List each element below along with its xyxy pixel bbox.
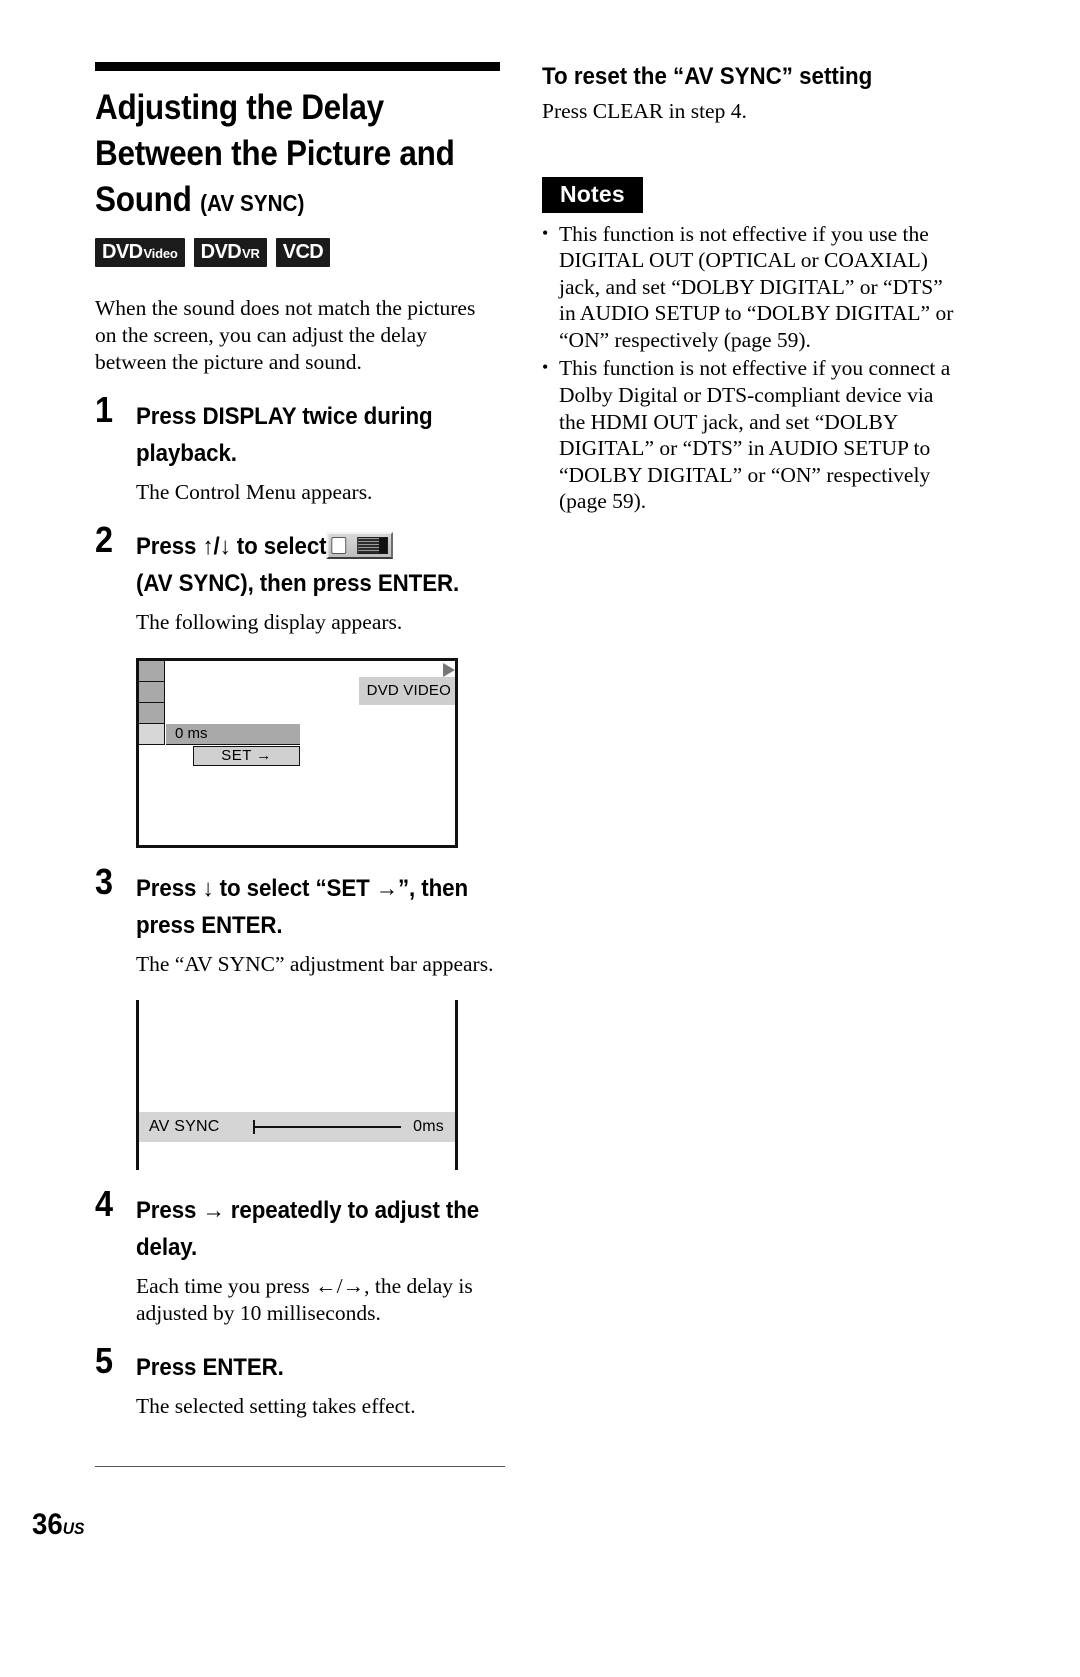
page-title-suffix: (AV SYNC) xyxy=(200,190,305,216)
step-2: 2 Press ↑/↓ to select (AV SYNC), then pr… xyxy=(95,522,542,636)
page-number: 36US xyxy=(32,1508,84,1542)
note-item: This function is not effective if you us… xyxy=(542,220,954,354)
step-1-title: Press DISPLAY twice during playback. xyxy=(136,403,433,467)
av-sync-bar-label: AV SYNC xyxy=(149,1118,220,1135)
step-2-title: Press ↑/↓ to select (AV SYNC), then pres… xyxy=(136,528,502,602)
dvd-video-badge: DVD Video xyxy=(95,238,185,267)
step-4-title: Press → repeatedly to adjust the delay. xyxy=(136,1197,480,1261)
page-number-value: 36 xyxy=(32,1508,63,1541)
control-menu-cell xyxy=(139,682,165,703)
av-sync-bar-value: 0ms xyxy=(413,1118,444,1135)
icon-waveform-shape xyxy=(357,537,388,554)
slider-line xyxy=(253,1126,402,1128)
step-1-description: The Control Menu appears. xyxy=(136,480,373,504)
control-menu-icon-column xyxy=(139,661,165,745)
slider-thumb-tick xyxy=(253,1120,256,1134)
dvd-vr-badge: DVD VR xyxy=(193,238,267,267)
step-3-title: Press ↓ to select “SET →”, then press EN… xyxy=(136,875,469,939)
step-5-description: The selected setting takes effect. xyxy=(136,1394,416,1418)
footer-divider xyxy=(95,1466,505,1467)
badge-main-text: VCD xyxy=(282,241,324,263)
step-2-title-after-icon: (AV SYNC), then press ENTER. xyxy=(136,570,460,597)
page-region-suffix: US xyxy=(62,1519,85,1538)
av-sync-slider-track xyxy=(243,1112,409,1142)
step-1: 1 Press DISPLAY twice during playback. T… xyxy=(95,392,542,506)
page-title-line-3: Sound xyxy=(95,180,192,219)
control-menu-cell xyxy=(139,703,165,724)
notes-badge: Notes xyxy=(542,176,643,213)
note-item: This function is not effective if you co… xyxy=(542,354,954,515)
step-3-description: The “AV SYNC” adjustment bar appears. xyxy=(136,952,494,976)
step-1-number: 1 xyxy=(95,389,114,430)
step-2-title-before-icon: Press ↑/↓ to select xyxy=(136,533,327,560)
av-sync-control-menu-icon xyxy=(326,532,393,559)
vcd-badge: VCD xyxy=(275,238,331,267)
badge-sup-text: Video xyxy=(143,246,178,261)
step-3: 3 Press ↓ to select “SET →”, then press … xyxy=(95,864,542,978)
disc-type-label: DVD VIDEO xyxy=(358,677,455,705)
right-column: To reset the “AV SYNC” setting Press CLE… xyxy=(542,62,954,515)
play-triangle-icon xyxy=(443,663,455,677)
step-5-number: 5 xyxy=(95,1340,114,1381)
badge-main-text: DVD xyxy=(102,241,143,263)
media-badge-list: DVD Video DVD VR VCD xyxy=(95,238,505,267)
page-title-line-1: Adjusting the Delay xyxy=(95,88,384,127)
control-menu-set-button: SET → xyxy=(193,746,300,766)
intro-paragraph: When the sound does not match the pictur… xyxy=(95,296,476,374)
badge-sup-text: VR xyxy=(242,246,260,261)
step-5: 5 Press ENTER. The selected setting take… xyxy=(95,1343,542,1420)
av-sync-adjustment-bar: AV SYNC 0ms xyxy=(139,1112,455,1142)
manual-page: Adjusting the Delay Between the Picture … xyxy=(0,0,1080,1677)
step-5-title: Press ENTER. xyxy=(136,1354,284,1381)
step-2-description: The following display appears. xyxy=(136,610,403,634)
av-sync-bar-screenshot: AV SYNC 0ms xyxy=(136,1000,458,1170)
page-title-line-2: Between the Picture and xyxy=(95,134,455,173)
step-3-number: 3 xyxy=(95,861,114,902)
step-4: 4 Press → repeatedly to adjust the delay… xyxy=(95,1186,542,1327)
control-menu-value: 0 ms xyxy=(166,724,300,745)
heading-rule xyxy=(95,62,500,71)
icon-screen-shape xyxy=(331,537,347,554)
step-4-description: Each time you press ←/→, the delay is ad… xyxy=(136,1274,473,1325)
control-menu-screenshot: 0 ms SET → DVD VIDEO xyxy=(136,658,458,848)
step-4-number: 4 xyxy=(95,1183,114,1224)
reset-section-body: Press CLEAR in step 4. xyxy=(542,99,747,123)
notes-list: This function is not effective if you us… xyxy=(542,220,954,516)
control-menu-cell xyxy=(139,661,165,682)
page-title: Adjusting the Delay Between the Picture … xyxy=(95,85,505,226)
left-column: Adjusting the Delay Between the Picture … xyxy=(95,62,505,1420)
step-2-number: 2 xyxy=(95,519,114,560)
badge-main-text: DVD xyxy=(200,241,242,263)
reset-section-heading: To reset the “AV SYNC” setting xyxy=(542,63,873,90)
control-menu-cell-selected xyxy=(139,724,165,745)
